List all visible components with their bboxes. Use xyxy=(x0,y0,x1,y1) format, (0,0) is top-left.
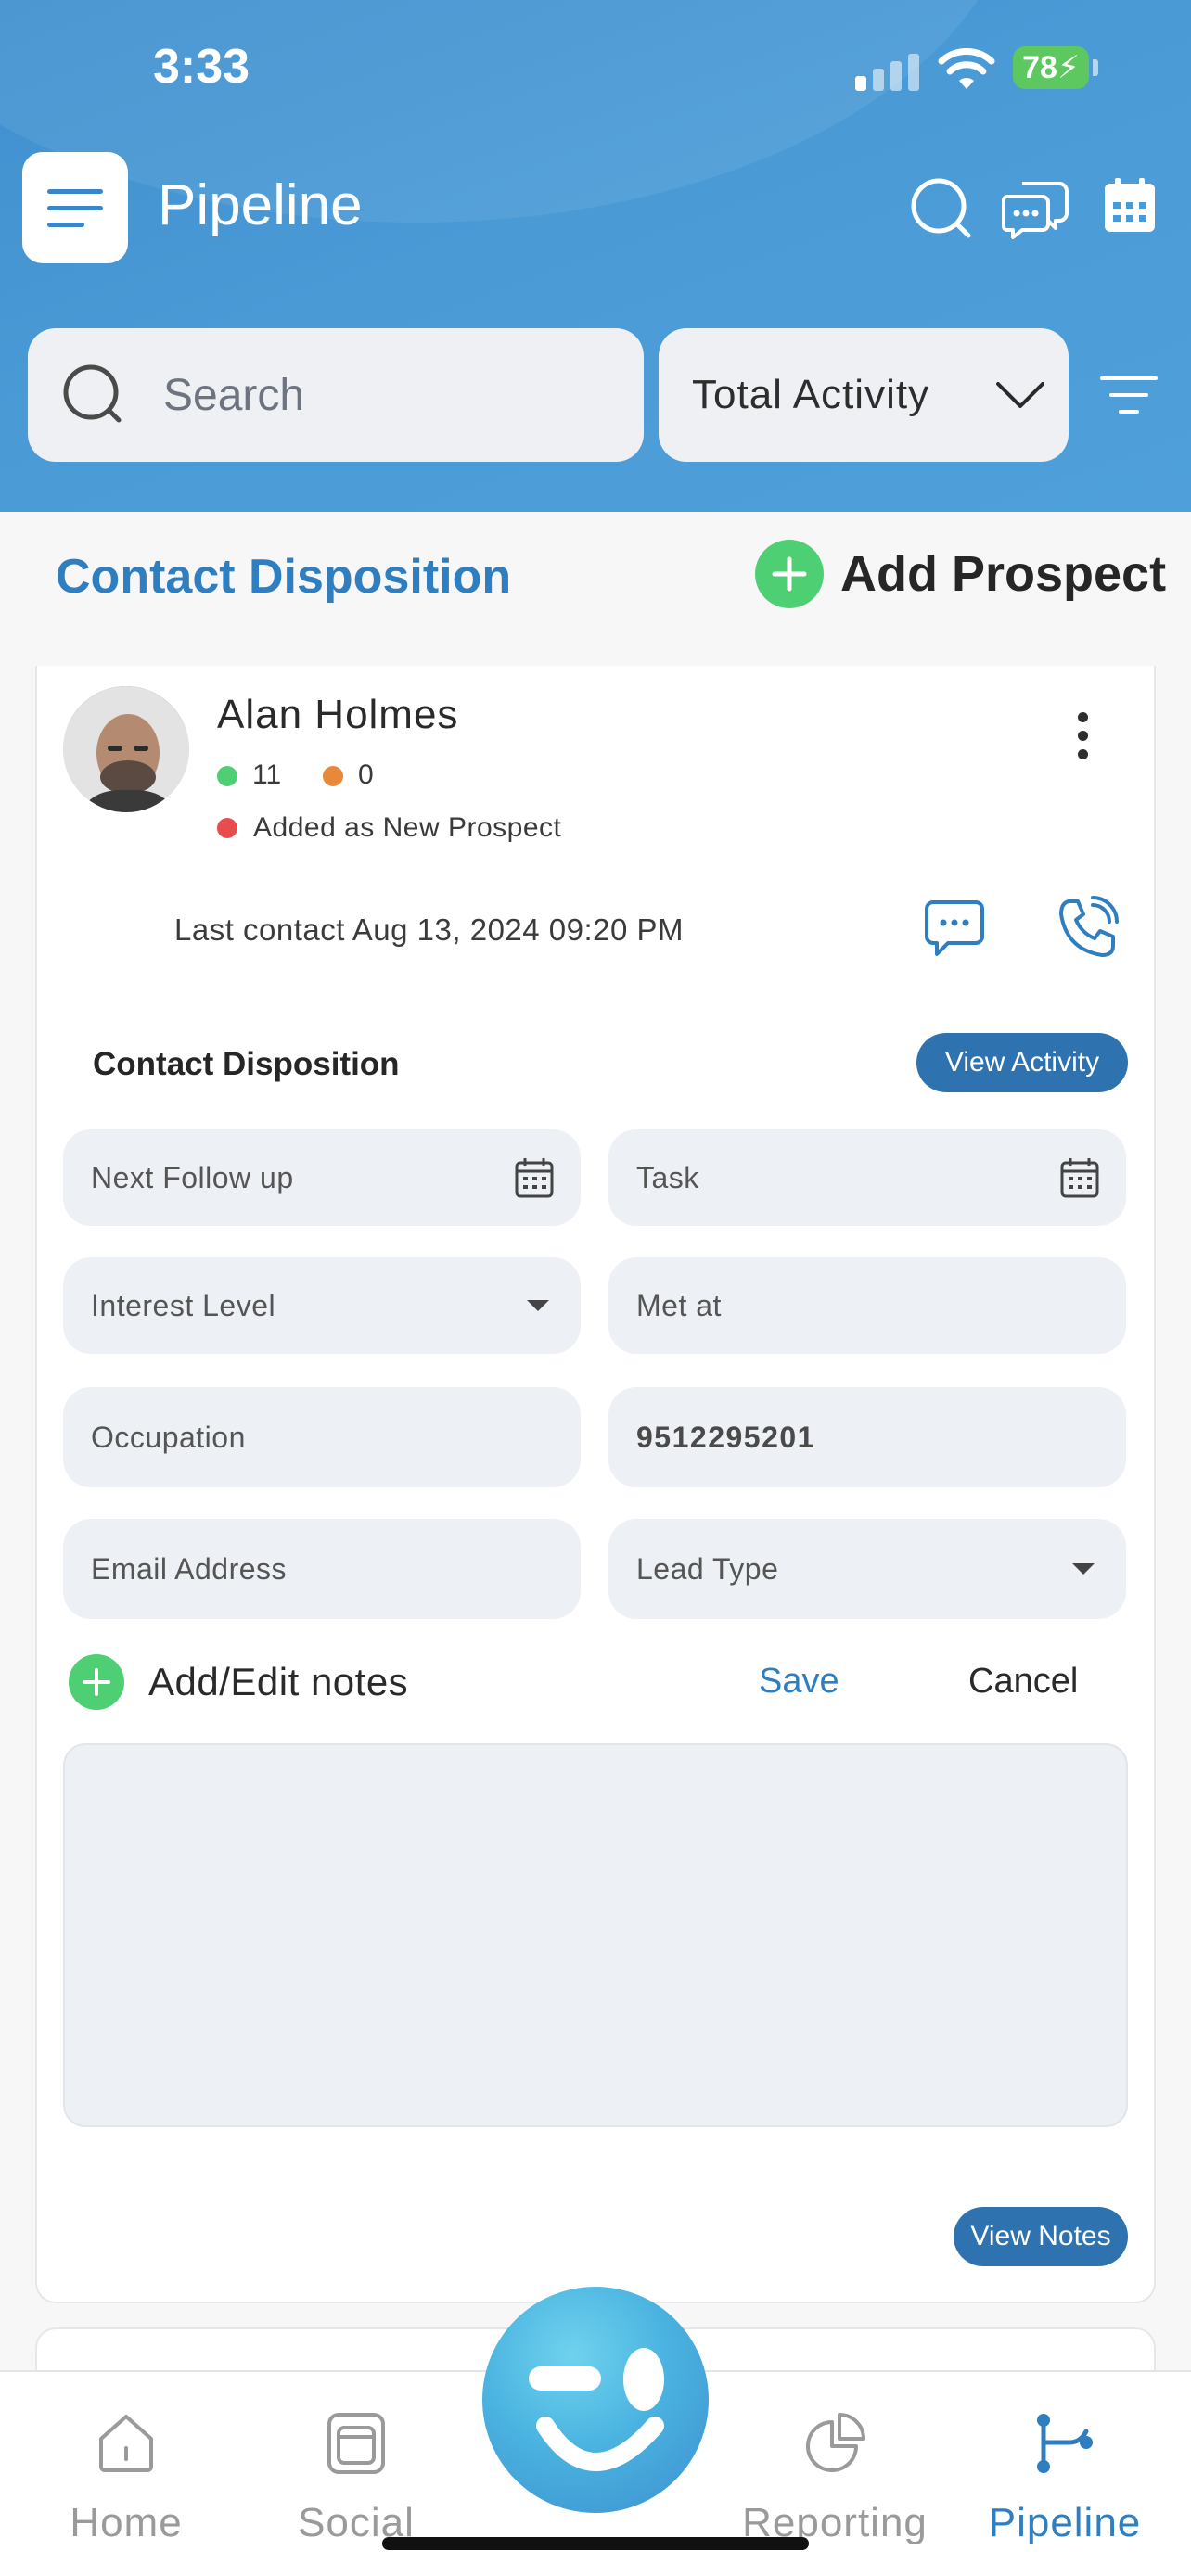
cellular-signal-icon xyxy=(855,54,919,91)
lead-type-placeholder: Lead Type xyxy=(636,1551,779,1586)
caret-down-icon xyxy=(1072,1563,1095,1575)
wifi-icon xyxy=(938,48,995,89)
smiley-icon xyxy=(529,2348,664,2471)
search-icon[interactable] xyxy=(909,176,974,241)
task-field[interactable]: Task xyxy=(608,1129,1126,1226)
cancel-button[interactable]: Cancel xyxy=(968,1662,1078,1702)
activity-dropdown[interactable]: Total Activity xyxy=(659,328,1069,462)
occupation-field[interactable]: Occupation xyxy=(63,1387,581,1487)
menu-icon xyxy=(47,188,103,194)
tab-pipeline-label: Pipeline xyxy=(988,2500,1142,2545)
header-decoration xyxy=(0,0,1020,223)
phone-value: 9512295201 xyxy=(636,1420,815,1454)
met-at-field[interactable]: Met at xyxy=(608,1257,1126,1354)
disposition-label: Contact Disposition xyxy=(93,1046,400,1082)
menu-icon-line xyxy=(47,222,84,227)
home-indicator xyxy=(382,2537,809,2550)
tab-reporting[interactable]: Reporting xyxy=(724,2411,946,2546)
add-edit-notes-label: Add/Edit notes xyxy=(148,1660,409,1703)
calendar-icon xyxy=(515,1158,554,1198)
menu-button[interactable] xyxy=(22,152,128,263)
home-icon xyxy=(99,2415,153,2472)
search-field[interactable]: Search xyxy=(28,328,644,462)
task-placeholder: Task xyxy=(636,1160,699,1194)
calendar-icon xyxy=(1060,1158,1099,1198)
next-follow-up-field[interactable]: Next Follow up xyxy=(63,1129,581,1226)
filter-icon[interactable] xyxy=(1100,375,1158,415)
tab-pipeline[interactable]: Pipeline xyxy=(954,2411,1176,2546)
view-activity-button[interactable]: View Activity xyxy=(916,1033,1128,1092)
battery-icon: 78 ⚡ xyxy=(1013,46,1089,89)
occupation-placeholder: Occupation xyxy=(91,1420,246,1454)
chat-icon[interactable] xyxy=(1002,176,1069,241)
phone-field[interactable]: 9512295201 xyxy=(608,1387,1126,1487)
avatar-photo xyxy=(63,686,189,812)
add-edit-notes-button[interactable]: Add/Edit notes xyxy=(69,1654,408,1710)
prospect-status: Added as New Prospect xyxy=(253,812,562,843)
page-title: Pipeline xyxy=(158,173,363,237)
battery-tip xyxy=(1093,59,1098,76)
menu-icon-line xyxy=(47,205,103,210)
green-status-dot xyxy=(217,766,237,786)
lead-type-select[interactable]: Lead Type xyxy=(608,1519,1126,1619)
green-count: 11 xyxy=(252,759,282,790)
message-icon[interactable] xyxy=(924,899,985,959)
tab-social[interactable]: Social xyxy=(245,2411,467,2546)
view-notes-button[interactable]: View Notes xyxy=(954,2207,1128,2266)
add-prospect-button[interactable]: Add Prospect xyxy=(755,540,1166,608)
interest-level-select[interactable]: Interest Level xyxy=(63,1257,581,1354)
notes-textarea[interactable] xyxy=(63,1743,1128,2127)
orange-status-dot xyxy=(323,766,343,786)
calendar-icon[interactable] xyxy=(1102,176,1158,236)
tab-home-label: Home xyxy=(70,2500,183,2545)
email-field[interactable]: Email Address xyxy=(63,1519,581,1619)
activity-dropdown-value: Total Activity xyxy=(692,372,930,417)
status-time: 3:33 xyxy=(153,40,250,94)
red-status-dot xyxy=(217,818,237,838)
plus-circle-icon xyxy=(755,540,824,608)
search-icon xyxy=(63,364,122,423)
section-title: Contact Disposition xyxy=(56,550,512,604)
phone-icon[interactable] xyxy=(1056,896,1121,961)
assistant-fab-button[interactable] xyxy=(482,2287,709,2513)
more-options-icon[interactable] xyxy=(1078,712,1088,759)
chevron-down-icon xyxy=(996,382,1044,408)
next-follow-up-placeholder: Next Follow up xyxy=(91,1160,294,1194)
social-icon xyxy=(327,2413,385,2474)
email-placeholder: Email Address xyxy=(91,1551,288,1586)
contact-name[interactable]: Alan Holmes xyxy=(217,692,458,738)
pipeline-icon xyxy=(1037,2414,1093,2473)
orange-count: 0 xyxy=(358,759,374,790)
met-at-placeholder: Met at xyxy=(636,1288,722,1322)
search-placeholder: Search xyxy=(163,370,305,420)
save-button[interactable]: Save xyxy=(759,1662,839,1702)
interest-level-placeholder: Interest Level xyxy=(91,1288,276,1322)
tab-home[interactable]: Home xyxy=(15,2411,237,2546)
add-prospect-label: Add Prospect xyxy=(840,546,1167,602)
plus-circle-icon xyxy=(69,1654,124,1710)
reporting-icon xyxy=(806,2413,865,2472)
battery-level: 78 xyxy=(1022,49,1057,85)
avatar[interactable] xyxy=(63,686,189,812)
caret-down-icon xyxy=(527,1300,549,1311)
last-contact-text: Last contact Aug 13, 2024 09:20 PM xyxy=(174,912,685,947)
